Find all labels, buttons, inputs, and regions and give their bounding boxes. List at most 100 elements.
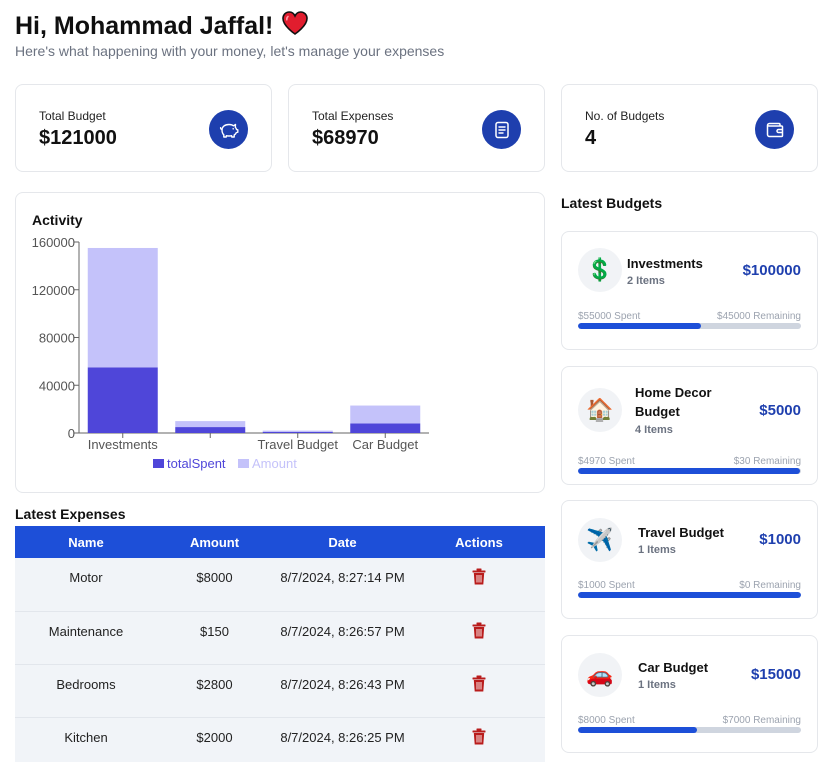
bar-total-spent: [87, 367, 158, 433]
y-tick-label: 40000: [39, 378, 75, 393]
budget-name: Home Decor Budget: [635, 385, 712, 419]
budget-progress-track: [578, 592, 801, 598]
budget-amount: $100000: [742, 262, 801, 279]
house-icon: 🏠: [578, 388, 622, 432]
expense-amount: $2000: [157, 717, 272, 762]
expense-amount: $8000: [157, 558, 272, 612]
budget-card-travel[interactable]: ✈️ Travel Budget 1 Items $1000 $1000 Spe…: [561, 500, 818, 619]
heart-icon: [281, 10, 309, 43]
column-header-name: Name: [15, 526, 157, 558]
budget-name: Travel Budget: [638, 525, 724, 540]
budget-items-count: 1 Items: [638, 679, 676, 691]
budget-spent: $8000 Spent: [578, 715, 635, 726]
activity-card: Activity 0 40000 80000 120000 160000 Investme…: [15, 192, 545, 493]
trash-icon[interactable]: [472, 622, 486, 644]
stat-value: 4: [585, 127, 597, 149]
stat-card-total-expenses: Total Expenses $68970: [288, 84, 545, 172]
table-header-row: Name Amount Date Actions: [15, 526, 545, 558]
stat-label: Total Budget: [39, 109, 106, 123]
stat-value: $68970: [312, 127, 379, 149]
stat-value: $121000: [39, 127, 117, 149]
legend-swatch: [153, 459, 164, 468]
budget-progress-track: [578, 727, 801, 733]
expense-name: Kitchen: [15, 717, 157, 762]
y-tick-label: 80000: [39, 331, 75, 346]
expenses-table: Name Amount Date Actions Motor $8000 8/7…: [15, 526, 545, 762]
stat-label: No. of Budgets: [585, 109, 665, 123]
budget-progress-fill: [578, 592, 801, 598]
expense-actions: [413, 717, 545, 762]
budget-name: Investments: [627, 256, 703, 271]
budget-name: Car Budget: [638, 660, 709, 675]
column-header-date: Date: [272, 526, 413, 558]
budget-card-car[interactable]: 🚗 Car Budget 1 Items $15000 $8000 Spent …: [561, 635, 818, 753]
budget-remaining: $30 Remaining: [733, 456, 801, 467]
bar-amount: [175, 421, 246, 428]
column-header-amount: Amount: [157, 526, 272, 558]
stat-label: Total Expenses: [312, 109, 394, 123]
expense-actions: [413, 558, 545, 612]
bar-total-spent: [175, 427, 246, 433]
bar-amount: [350, 405, 421, 424]
airplane-icon: ✈️: [578, 518, 622, 562]
budget-card-home-decor[interactable]: 🏠 Home Decor Budget 4 Items $5000 $4970 …: [561, 366, 818, 485]
table-row: Kitchen $2000 8/7/2024, 8:26:25 PM: [15, 717, 545, 762]
expense-date: 8/7/2024, 8:26:43 PM: [272, 664, 413, 718]
wallet-icon: [755, 110, 794, 149]
bar-amount: [87, 247, 158, 368]
budget-spent: $55000 Spent: [578, 311, 641, 322]
expense-name: Maintenance: [15, 611, 157, 665]
table-row: Bedrooms $2800 8/7/2024, 8:26:43 PM: [15, 664, 545, 718]
budget-items-count: 1 Items: [638, 544, 676, 556]
page-subtitle: Here's what happening with your money, l…: [15, 43, 445, 59]
legend-label: Amount: [252, 456, 297, 471]
expense-actions: [413, 611, 545, 665]
budget-amount: $15000: [750, 666, 801, 683]
x-tick-label: Car Budget: [352, 437, 418, 452]
expense-date: 8/7/2024, 8:27:14 PM: [272, 558, 413, 612]
budget-card-investments[interactable]: 💲 Investments 2 Items $100000 $55000 Spe…: [561, 231, 818, 350]
expense-amount: $2800: [157, 664, 272, 718]
budget-amount: $5000: [759, 402, 801, 419]
budget-remaining: $45000 Remaining: [717, 311, 801, 322]
trash-icon[interactable]: [472, 728, 486, 750]
stat-card-no-of-budgets: No. of Budgets 4: [561, 84, 818, 172]
expense-date: 8/7/2024, 8:26:25 PM: [272, 717, 413, 762]
x-tick-label: Investments: [88, 437, 159, 452]
budget-items-count: 4 Items: [635, 424, 673, 436]
budget-remaining: $7000 Remaining: [722, 715, 801, 726]
latest-budgets-title: Latest Budgets: [561, 195, 663, 211]
table-row: Motor $8000 8/7/2024, 8:27:14 PM: [15, 558, 545, 612]
y-tick-label: 160000: [32, 235, 75, 250]
dollar-icon: 💲: [578, 248, 622, 292]
car-icon: 🚗: [578, 653, 622, 697]
budget-progress-fill: [578, 468, 800, 474]
receipt-icon: [482, 110, 521, 149]
stat-card-total-budget: Total Budget $121000: [15, 84, 272, 172]
y-tick-label: 120000: [32, 283, 75, 298]
table-row: Maintenance $150 8/7/2024, 8:26:57 PM: [15, 611, 545, 665]
budget-items-count: 2 Items: [627, 275, 665, 287]
x-tick-label: Travel Budget: [258, 437, 339, 452]
expense-amount: $150: [157, 611, 272, 665]
bar-amount: [262, 430, 333, 432]
y-tick-label: 0: [68, 426, 75, 441]
trash-icon[interactable]: [472, 568, 486, 590]
budget-progress-fill: [578, 323, 701, 329]
expense-actions: [413, 664, 545, 718]
greeting-text: Hi, Mohammad Jaffal!: [15, 12, 274, 40]
piggy-bank-icon: [209, 110, 248, 149]
expense-name: Bedrooms: [15, 664, 157, 718]
budget-spent: $1000 Spent: [578, 580, 635, 591]
budget-progress-track: [578, 323, 801, 329]
latest-expenses-title: Latest Expenses: [15, 506, 126, 522]
budget-progress-track: [578, 468, 801, 474]
activity-bar-chart: 0 40000 80000 120000 160000 Investments Travel…: [32, 235, 429, 471]
legend-label: totalSpent: [167, 456, 226, 471]
greeting-heading: Hi, Mohammad Jaffal!: [15, 10, 309, 43]
budget-spent: $4970 Spent: [578, 456, 635, 467]
bar-total-spent: [350, 423, 421, 433]
budget-remaining: $0 Remaining: [739, 580, 801, 591]
trash-icon[interactable]: [472, 675, 486, 697]
column-header-actions: Actions: [413, 526, 545, 558]
